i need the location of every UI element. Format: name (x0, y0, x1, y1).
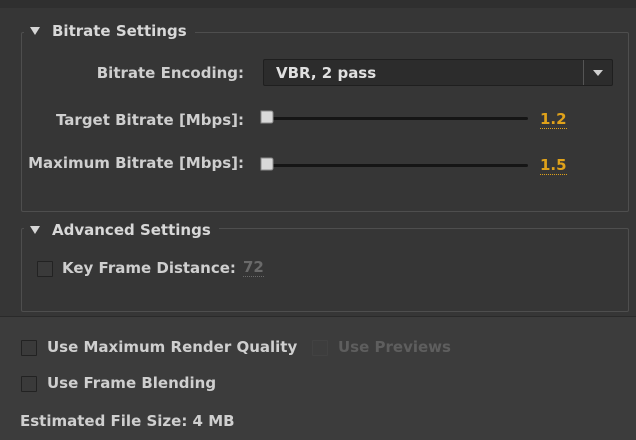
advanced-settings-title: Advanced Settings (52, 221, 211, 239)
max-render-quality-label: Use Maximum Render Quality (47, 338, 298, 356)
bitrate-encoding-value: VBR, 2 pass (276, 64, 377, 82)
slider-thumb-icon[interactable] (260, 157, 274, 171)
maximum-bitrate-value[interactable]: 1.5 (540, 157, 567, 175)
bitrate-encoding-label: Bitrate Encoding: (96, 64, 244, 82)
slider-track[interactable] (266, 164, 528, 167)
triangle-down-icon[interactable] (30, 27, 40, 35)
top-divider (0, 0, 636, 8)
export-settings-panel: Bitrate Settings Bitrate Encoding: VBR, … (0, 0, 636, 440)
key-frame-distance-label: Key Frame Distance: (62, 259, 236, 277)
chevron-down-icon (593, 69, 603, 76)
max-render-quality-checkbox[interactable] (21, 340, 37, 356)
target-bitrate-label: Target Bitrate [Mbps]: (56, 111, 244, 129)
key-frame-distance-checkbox[interactable] (37, 261, 53, 277)
dropdown-button[interactable] (583, 60, 612, 85)
bitrate-settings-header[interactable]: Bitrate Settings (24, 20, 195, 42)
use-previews-checkbox[interactable] (312, 340, 328, 356)
key-frame-distance-value[interactable]: 72 (243, 259, 264, 277)
use-previews-label: Use Previews (338, 338, 451, 356)
frame-blending-checkbox[interactable] (21, 376, 37, 392)
advanced-settings-header[interactable]: Advanced Settings (24, 219, 219, 241)
slider-thumb-icon[interactable] (260, 110, 274, 124)
maximum-bitrate-label: Maximum Bitrate [Mbps]: (28, 154, 244, 172)
triangle-down-icon[interactable] (30, 226, 40, 234)
target-bitrate-slider[interactable] (260, 110, 528, 126)
target-bitrate-value[interactable]: 1.2 (540, 111, 567, 129)
bitrate-settings-title: Bitrate Settings (52, 22, 187, 40)
slider-track[interactable] (266, 117, 528, 120)
frame-blending-label: Use Frame Blending (47, 374, 217, 392)
maximum-bitrate-slider[interactable] (260, 157, 528, 173)
estimated-file-size: Estimated File Size: 4 MB (20, 412, 235, 430)
bitrate-encoding-select[interactable]: VBR, 2 pass (263, 59, 613, 86)
